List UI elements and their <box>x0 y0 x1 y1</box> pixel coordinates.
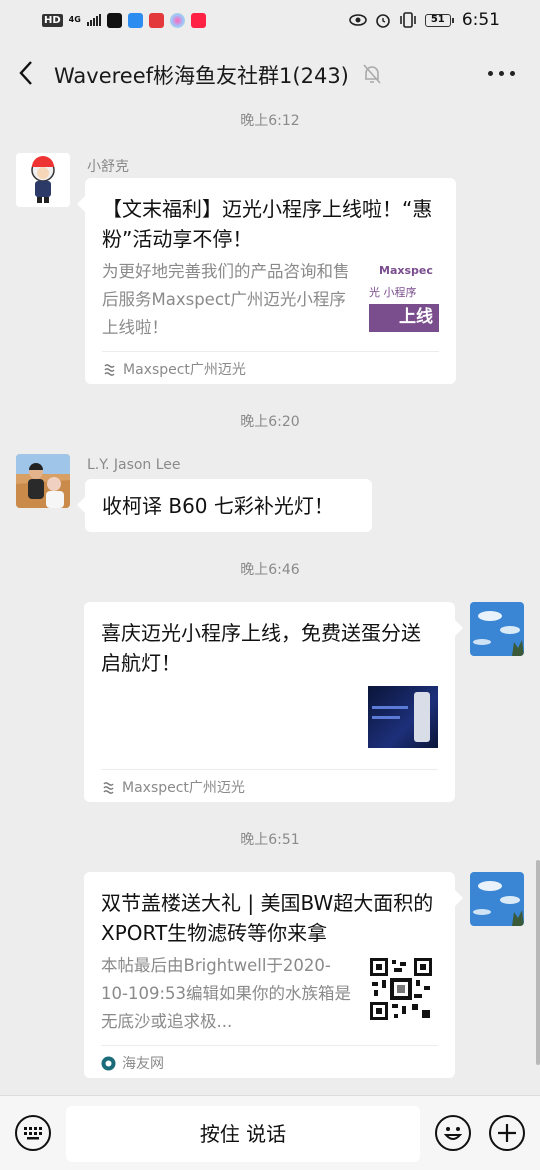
link-card-message[interactable]: 喜庆迈光小程序上线，免费送蛋分送启航灯！ Maxspect广州迈光 <box>84 602 463 802</box>
timestamp: 晚上6:51 <box>240 832 300 848</box>
link-card-message[interactable]: 【文末福利】迈光小程序上线啦！“惠粉”活动享不停！ 为更好地完善我们的产品咨询和… <box>77 178 456 384</box>
sky-photo-avatar <box>470 872 524 926</box>
card-title: 喜庆迈光小程序上线，免费送蛋分送启航灯！ <box>101 621 421 675</box>
battery-level: 51 <box>424 13 451 27</box>
timestamp: 晚上6:46 <box>240 562 300 578</box>
app-red2-icon <box>190 12 206 28</box>
message-text: 收柯译 B60 七彩补光灯！ <box>102 494 334 518</box>
vibrate-icon <box>400 12 416 28</box>
status-bar: HD 4G 51 6:51 <box>0 0 540 40</box>
haiyou-logo-icon <box>101 1056 116 1070</box>
photo-avatar <box>16 454 70 508</box>
link-card-message[interactable]: 双节盖楼送大礼 | 美国BW超大面积的XPORT生物滤砖等你来拿 本帖最后由Br… <box>84 872 463 1078</box>
alarm-icon <box>376 14 390 28</box>
card-description: 为更好地完善我们的产品咨询和售后服务Maxspect广州迈光小程序上线啦！ <box>102 262 350 337</box>
card-thumbnail: Maxspec 光 小程序 上线 <box>369 262 439 332</box>
status-right: 51 6:51 <box>349 10 500 30</box>
input-bar: 按住 说话 <box>0 1095 540 1170</box>
tiktok-icon <box>106 12 122 28</box>
app-ball-icon <box>169 12 185 28</box>
card-title: 【文末福利】迈光小程序上线啦！“惠粉”活动享不停！ <box>102 197 433 251</box>
chat-header: Wavereef彬海鱼友社群1(243) <box>0 44 540 102</box>
plus-icon[interactable] <box>489 1115 525 1151</box>
mini-program-icon <box>104 363 115 376</box>
divider <box>101 769 438 770</box>
status-left: HD 4G <box>42 12 206 28</box>
scrollbar[interactable] <box>536 860 540 1065</box>
thumb-brand: Maxspec <box>379 264 433 277</box>
signal-icon <box>86 14 101 26</box>
qr-code-thumbnail <box>368 956 434 1022</box>
mini-program-icon <box>103 781 114 794</box>
thumb-line2: 光 小程序 <box>369 286 417 299</box>
keyboard-icon[interactable] <box>15 1115 51 1151</box>
more-dots-icon[interactable] <box>488 71 515 76</box>
timestamp: 晚上6:20 <box>240 414 300 430</box>
divider <box>102 351 439 352</box>
hd-badge: HD <box>42 13 63 27</box>
card-source: Maxspect广州迈光 <box>102 359 246 379</box>
source-name: 海友网 <box>122 1056 164 1072</box>
network-type: 4G <box>68 15 81 24</box>
card-source: Maxspect广州迈光 <box>101 777 245 797</box>
my-avatar[interactable] <box>470 872 524 926</box>
card-description: 本帖最后由Brightwell于2020-10-109:53编辑如果你的水族箱是… <box>101 956 351 1031</box>
source-name: Maxspect广州迈光 <box>123 362 246 378</box>
my-avatar[interactable] <box>470 602 524 656</box>
hold-to-talk-button[interactable]: 按住 说话 <box>66 1106 420 1162</box>
card-source: 海友网 <box>101 1053 164 1073</box>
divider <box>101 1045 438 1046</box>
card-title: 双节盖楼送大礼 | 美国BW超大面积的XPORT生物滤砖等你来拿 <box>101 891 434 945</box>
sender-name: 小舒克 <box>87 159 129 175</box>
battery-icon: 51 <box>424 13 454 27</box>
emoji-icon[interactable] <box>435 1115 471 1151</box>
thumb-line3: 上线 <box>399 307 433 327</box>
chat-title: Wavereef彬海鱼友社群1(243) <box>54 64 349 88</box>
eye-icon <box>349 14 367 26</box>
bell-off-icon <box>363 64 381 84</box>
card-thumbnail <box>368 686 438 748</box>
sky-photo-avatar <box>470 602 524 656</box>
timestamp: 晚上6:12 <box>240 113 300 129</box>
app-blue-icon <box>127 12 143 28</box>
sender-name: L.Y. Jason Lee <box>87 457 181 473</box>
source-name: Maxspect广州迈光 <box>122 780 245 796</box>
app-red-icon <box>148 12 164 28</box>
avatar[interactable] <box>16 153 70 207</box>
chevron-left-icon[interactable] <box>16 60 38 86</box>
cartoon-pilot-avatar <box>16 153 70 207</box>
avatar[interactable] <box>16 454 70 508</box>
qr-code-icon <box>368 956 434 1022</box>
clock: 6:51 <box>461 10 500 30</box>
text-message[interactable]: 收柯译 B60 七彩补光灯！ <box>77 479 372 532</box>
